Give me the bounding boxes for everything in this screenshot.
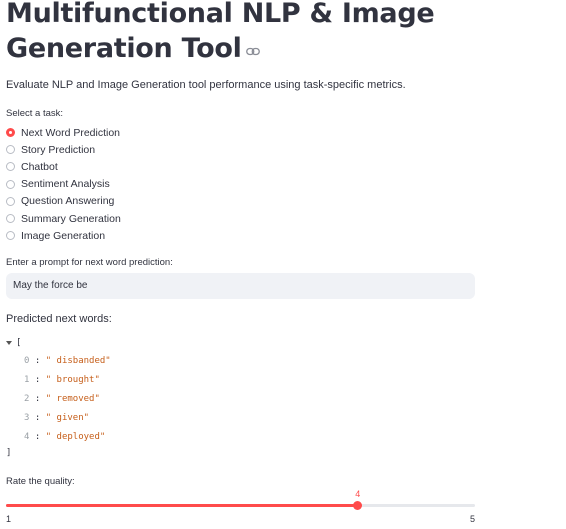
rating-slider[interactable]: 4 [6, 489, 475, 510]
radio-option-sentiment-analysis[interactable]: Sentiment Analysis [6, 176, 121, 193]
radio-button-icon[interactable] [6, 196, 15, 206]
collapse-caret-icon[interactable] [6, 340, 12, 345]
json-open-bracket[interactable]: [ [6, 338, 21, 348]
page-description: Evaluate NLP and Image Generation tool p… [6, 79, 406, 91]
json-item: 3 : " given" [24, 413, 90, 423]
json-item: 0 : " disbanded" [24, 356, 111, 366]
radio-button-icon[interactable] [6, 145, 15, 155]
slider-max-label: 5 [470, 514, 476, 524]
radio-button-icon[interactable] [6, 128, 15, 138]
radio-option-label: Next Word Prediction [21, 126, 121, 139]
prompt-label: Enter a prompt for next word prediction: [6, 257, 173, 268]
radio-option-question-answering[interactable]: Question Answering [6, 193, 121, 210]
rating-label: Rate the quality: [6, 476, 75, 487]
radio-option-label: Summary Generation [21, 212, 121, 225]
json-item: 1 : " brought" [24, 375, 100, 385]
task-select-label: Select a task: [6, 108, 64, 119]
slider-thumb[interactable] [353, 501, 363, 510]
prompt-input[interactable]: May the force be [6, 273, 475, 299]
slider-fill [6, 504, 358, 507]
slider-value-label: 4 [355, 489, 361, 499]
prediction-label: Predicted next words: [6, 313, 112, 325]
radio-option-label: Sentiment Analysis [21, 178, 110, 191]
radio-button-icon[interactable] [6, 179, 15, 189]
task-radio-group: Next Word Prediction Story Prediction Ch… [6, 124, 121, 244]
radio-option-next-word-prediction[interactable]: Next Word Prediction [6, 124, 121, 141]
radio-option-summary-generation[interactable]: Summary Generation [6, 210, 121, 227]
radio-option-label: Image Generation [21, 229, 106, 242]
radio-option-label: Story Prediction [21, 143, 96, 156]
radio-button-icon[interactable] [6, 162, 15, 172]
radio-option-image-generation[interactable]: Image Generation [6, 227, 121, 244]
link-icon[interactable] [245, 30, 260, 65]
json-item: 2 : " removed" [24, 394, 100, 404]
radio-option-story-prediction[interactable]: Story Prediction [6, 141, 121, 158]
radio-option-label: Question Answering [21, 195, 115, 208]
page-title: Multifunctional NLP & Image Generation T… [6, 0, 435, 65]
slider-min-label: 1 [6, 514, 12, 524]
json-close-bracket: ] [6, 448, 12, 458]
json-item: 4 : " deployed" [24, 432, 106, 442]
radio-button-icon[interactable] [6, 231, 15, 241]
radio-option-chatbot[interactable]: Chatbot [6, 158, 121, 175]
radio-button-icon[interactable] [6, 214, 15, 224]
radio-option-label: Chatbot [21, 160, 58, 173]
